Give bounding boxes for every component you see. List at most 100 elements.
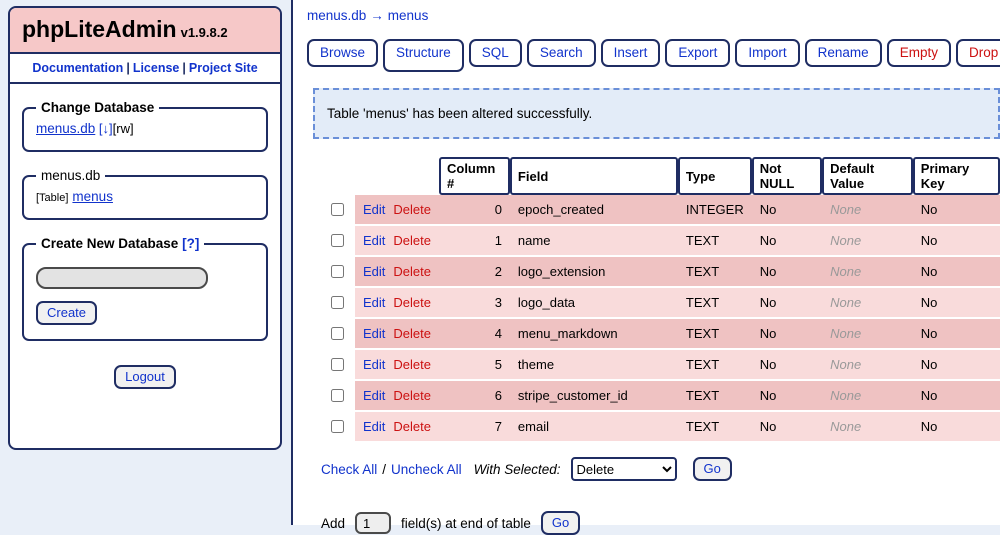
header-not-null: Not NULL bbox=[751, 157, 823, 195]
delete-link[interactable]: Delete bbox=[393, 388, 431, 403]
tab-insert[interactable]: Insert bbox=[600, 39, 661, 67]
row-checkbox[interactable] bbox=[331, 234, 344, 247]
delete-link[interactable]: Delete bbox=[393, 233, 431, 248]
row-checkbox[interactable] bbox=[331, 296, 344, 309]
cell-type: TEXT bbox=[677, 288, 752, 319]
cell-field: name bbox=[509, 226, 678, 257]
cell-field: menu_markdown bbox=[509, 319, 678, 350]
delete-link[interactable]: Delete bbox=[393, 295, 431, 310]
cell-type: TEXT bbox=[677, 319, 752, 350]
project-site-link[interactable]: Project Site bbox=[189, 61, 258, 75]
cell-field: stripe_customer_id bbox=[509, 381, 678, 412]
nav-separator: | bbox=[182, 61, 186, 75]
tab-structure[interactable]: Structure bbox=[383, 39, 464, 72]
cell-column-number: 1 bbox=[438, 226, 510, 257]
create-database-legend: Create New Database [?] bbox=[36, 236, 204, 251]
uncheck-all-link[interactable]: Uncheck All bbox=[391, 462, 462, 477]
cell-default-value: None bbox=[822, 319, 913, 350]
with-selected-label: With Selected: bbox=[473, 461, 561, 477]
new-database-name-input[interactable] bbox=[36, 267, 208, 289]
tab-rename[interactable]: Rename bbox=[804, 39, 882, 67]
cell-not-null: No bbox=[751, 195, 823, 226]
row-checkbox[interactable] bbox=[331, 420, 344, 433]
cell-default-value: None bbox=[822, 350, 913, 381]
table-row: Edit Delete 3 logo_data TEXT No None No bbox=[319, 288, 1000, 319]
table-menus-link[interactable]: menus bbox=[72, 189, 113, 204]
sidebar: phpLiteAdmin v1.9.8.2 Documentation | Licen… bbox=[8, 6, 282, 450]
license-link[interactable]: License bbox=[133, 61, 180, 75]
create-button[interactable]: Create bbox=[36, 301, 98, 325]
edit-link[interactable]: Edit bbox=[363, 357, 385, 372]
breadcrumb: menus.db → menus bbox=[307, 8, 1000, 23]
app-version: v1.9.8.2 bbox=[180, 25, 228, 40]
breadcrumb-table[interactable]: menus bbox=[388, 8, 429, 23]
tab-search[interactable]: Search bbox=[526, 39, 596, 67]
with-selected-dropdown[interactable]: Delete bbox=[570, 457, 677, 481]
database-link[interactable]: menus.db bbox=[36, 121, 95, 136]
table-row: Edit Delete 7 email TEXT No None No bbox=[319, 412, 1000, 443]
change-database-legend: Change Database bbox=[41, 100, 155, 115]
cell-field: email bbox=[509, 412, 678, 443]
app-titlebar: phpLiteAdmin v1.9.8.2 bbox=[10, 8, 280, 54]
tab-browse[interactable]: Browse bbox=[307, 39, 379, 67]
row-checkbox[interactable] bbox=[331, 327, 344, 340]
row-checkbox[interactable] bbox=[331, 358, 344, 371]
cell-default-value: None bbox=[822, 226, 913, 257]
breadcrumb-database[interactable]: menus.db bbox=[307, 8, 366, 23]
edit-link[interactable]: Edit bbox=[363, 326, 385, 341]
edit-link[interactable]: Edit bbox=[363, 233, 385, 248]
check-all-link[interactable]: Check All bbox=[321, 462, 377, 477]
download-database-link[interactable]: [↓] bbox=[99, 121, 113, 136]
table-row: Edit Delete 4 menu_markdown TEXT No None … bbox=[319, 319, 1000, 350]
row-checkbox[interactable] bbox=[331, 265, 344, 278]
add-field-count-input[interactable] bbox=[355, 512, 392, 534]
cell-type: INTEGER bbox=[677, 195, 752, 226]
cell-type: TEXT bbox=[677, 381, 752, 412]
cell-default-value: None bbox=[822, 412, 913, 443]
cell-type: TEXT bbox=[677, 350, 752, 381]
cell-not-null: No bbox=[751, 350, 823, 381]
header-field: Field bbox=[509, 157, 678, 195]
add-field-go-button[interactable]: Go bbox=[540, 511, 581, 535]
row-checkbox[interactable] bbox=[331, 389, 344, 402]
row-checkbox[interactable] bbox=[331, 203, 344, 216]
delete-link[interactable]: Delete bbox=[393, 419, 431, 434]
add-label: Add bbox=[321, 515, 346, 531]
add-field-controls: Add field(s) at end of table Go bbox=[321, 511, 1000, 535]
tab-drop[interactable]: Drop bbox=[955, 39, 1000, 67]
edit-link[interactable]: Edit bbox=[363, 295, 385, 310]
cell-primary-key: No bbox=[912, 195, 1000, 226]
help-link[interactable]: [?] bbox=[182, 236, 199, 251]
main-content: menus.db → menus Browse Structure SQL Search I… bbox=[291, 0, 1000, 535]
documentation-link[interactable]: Documentation bbox=[32, 61, 123, 75]
edit-link[interactable]: Edit bbox=[363, 202, 385, 217]
cell-not-null: No bbox=[751, 226, 823, 257]
delete-link[interactable]: Delete bbox=[393, 202, 431, 217]
structure-table: Column # Field Type Not NULL Default Val… bbox=[319, 157, 1000, 443]
logout-button[interactable]: Logout bbox=[114, 365, 176, 389]
top-nav: Documentation | License | Project Site bbox=[10, 54, 280, 84]
tab-empty[interactable]: Empty bbox=[886, 39, 951, 67]
cell-primary-key: No bbox=[912, 319, 1000, 350]
delete-link[interactable]: Delete bbox=[393, 357, 431, 372]
edit-link[interactable]: Edit bbox=[363, 388, 385, 403]
edit-link[interactable]: Edit bbox=[363, 264, 385, 279]
delete-link[interactable]: Delete bbox=[393, 326, 431, 341]
cell-not-null: No bbox=[751, 319, 823, 350]
selection-go-button[interactable]: Go bbox=[692, 457, 732, 481]
tab-import[interactable]: Import bbox=[735, 39, 800, 67]
tab-export[interactable]: Export bbox=[665, 39, 731, 67]
cell-column-number: 6 bbox=[438, 381, 510, 412]
cell-primary-key: No bbox=[912, 257, 1000, 288]
edit-link[interactable]: Edit bbox=[363, 419, 385, 434]
table-row: Edit Delete 1 name TEXT No None No bbox=[319, 226, 1000, 257]
app-title: phpLiteAdmin bbox=[22, 16, 177, 42]
cell-primary-key: No bbox=[912, 226, 1000, 257]
tab-sql[interactable]: SQL bbox=[468, 39, 522, 67]
cell-column-number: 3 bbox=[438, 288, 510, 319]
delete-link[interactable]: Delete bbox=[393, 264, 431, 279]
table-header-row: Column # Field Type Not NULL Default Val… bbox=[319, 157, 1000, 195]
cell-primary-key: No bbox=[912, 288, 1000, 319]
create-database-fieldset: Create New Database [?] Create bbox=[22, 236, 268, 341]
cell-not-null: No bbox=[751, 257, 823, 288]
